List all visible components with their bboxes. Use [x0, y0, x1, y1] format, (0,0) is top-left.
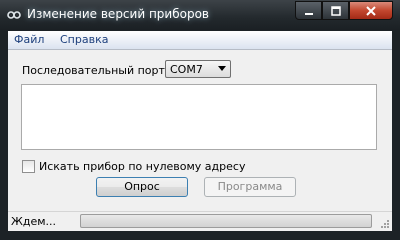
log-textbox[interactable] — [21, 84, 377, 150]
poll-button[interactable]: Опрос — [96, 177, 188, 197]
minimize-button[interactable] — [295, 1, 322, 20]
maximize-button[interactable] — [322, 1, 349, 20]
port-label: Последовательный порт: — [22, 64, 169, 77]
title-bar[interactable]: Изменение версий приборов — [0, 0, 400, 30]
link-icon — [7, 11, 21, 19]
progress-bar — [80, 214, 372, 228]
program-button[interactable]: Программа — [204, 177, 296, 197]
client-area: Файл Справка Последовательный порт: COM7… — [8, 31, 392, 231]
status-text: Ждем... — [11, 215, 57, 228]
zero-address-checkbox[interactable] — [22, 160, 35, 173]
zero-address-label[interactable]: Искать прибор по нулевому адресу — [39, 160, 245, 173]
minimize-icon — [304, 12, 313, 15]
status-bar: Ждем... — [8, 211, 392, 231]
app-window: Изменение версий приборов Файл Справка П… — [0, 0, 400, 240]
resize-grip-icon[interactable] — [380, 219, 390, 229]
caption-buttons — [295, 1, 393, 21]
port-select[interactable]: COM7 — [165, 60, 231, 78]
close-icon — [366, 5, 376, 16]
maximize-icon — [330, 5, 341, 16]
chevron-down-icon — [218, 66, 226, 71]
menu-help[interactable]: Справка — [60, 33, 108, 46]
menu-file[interactable]: Файл — [14, 33, 44, 46]
menu-bar: Файл Справка — [8, 31, 392, 50]
window-title: Изменение версий приборов — [27, 7, 209, 21]
close-button[interactable] — [349, 1, 393, 20]
port-select-value: COM7 — [170, 63, 203, 76]
